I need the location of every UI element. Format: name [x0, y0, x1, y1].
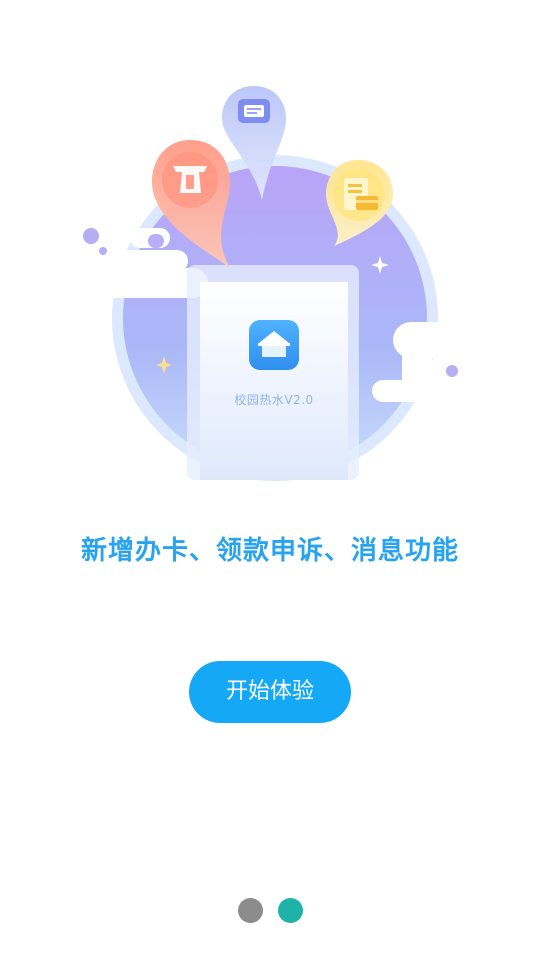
onboarding-illustration-graphic: [83, 86, 473, 481]
app-name-caption: 校园热水V2.0: [234, 393, 314, 407]
page-indicator: [0, 898, 540, 924]
feature-headline: 新增办卡、领款申诉、消息功能: [80, 536, 459, 566]
page-dot-1[interactable]: [237, 898, 263, 923]
home-app-icon: [249, 320, 299, 370]
page-dot-2-active[interactable]: [277, 898, 303, 923]
onboarding-illustration: 校园热水V2.0: [0, 0, 540, 500]
start-experience-button[interactable]: 开始体验: [189, 661, 351, 723]
phone-mockup: [187, 265, 359, 480]
